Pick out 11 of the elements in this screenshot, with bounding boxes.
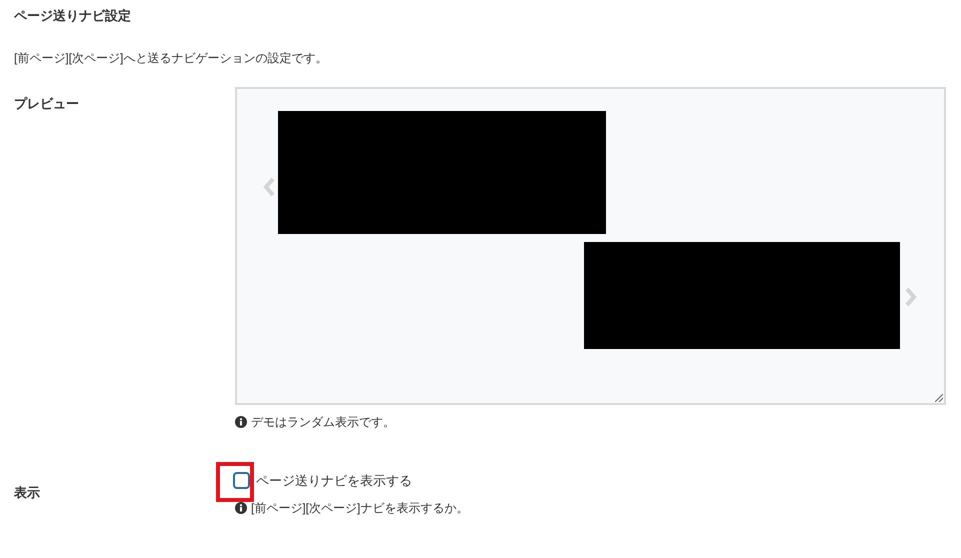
section-description: [前ページ][次ページ]へと送るナビゲーションの設定です。 xyxy=(14,50,328,67)
resize-handle-icon[interactable] xyxy=(935,394,943,402)
field-label: 表示 xyxy=(14,485,40,500)
section-title: ページ送りナビ設定 xyxy=(14,7,132,25)
note-text: デモはランダム表示です。 xyxy=(251,414,395,431)
checkbox-label[interactable]: ページ送りナビを表示する xyxy=(256,471,412,490)
checkbox[interactable] xyxy=(233,472,250,490)
info-icon xyxy=(235,416,247,428)
field-label: プレビュー xyxy=(14,96,79,111)
info-icon xyxy=(235,502,247,514)
help-text: [前ページ][次ページ]ナビを表示するか。 xyxy=(251,500,468,516)
